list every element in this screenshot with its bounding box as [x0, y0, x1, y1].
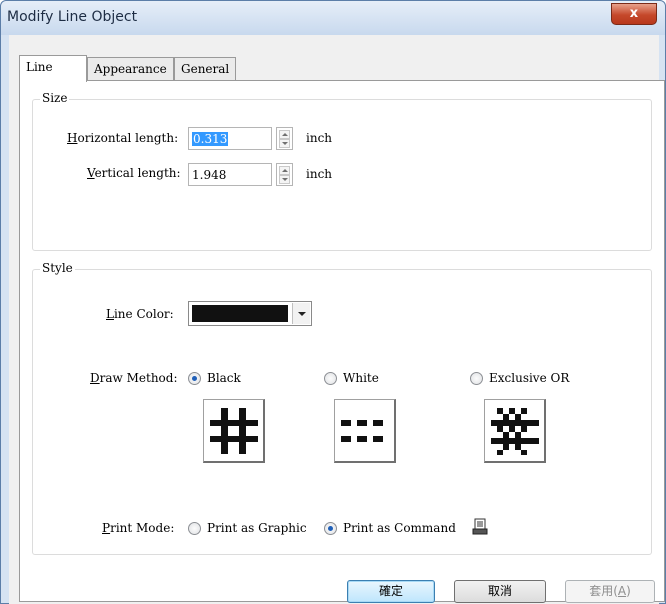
- horizontal-length-spinner[interactable]: [276, 127, 293, 150]
- window-title: Modify Line Object: [7, 9, 138, 25]
- horizontal-length-value: 0.313: [192, 132, 229, 146]
- draw-method-white-label[interactable]: White: [343, 371, 379, 385]
- print-mode-label: Print Mode:: [102, 521, 175, 535]
- vertical-length-input[interactable]: 1.948: [188, 163, 272, 186]
- tab-line[interactable]: Line: [19, 55, 87, 82]
- vertical-length-spinner[interactable]: [276, 163, 293, 186]
- chevron-down-icon[interactable]: [292, 303, 310, 324]
- vertical-unit: inch: [306, 167, 333, 181]
- line-color-swatch: [192, 305, 288, 322]
- tab-line-label: Line: [26, 60, 53, 74]
- spin-down-icon[interactable]: [279, 139, 290, 148]
- dashed-lines-icon: [341, 420, 383, 442]
- horizontal-length-label: Horizontal length:: [67, 131, 179, 145]
- tab-appearance[interactable]: Appearance: [87, 57, 174, 81]
- tab-general-label: General: [181, 62, 230, 76]
- ok-button[interactable]: 確定: [347, 580, 435, 603]
- print-as-command-radio[interactable]: [324, 522, 337, 535]
- printer-icon: [472, 518, 488, 535]
- line-color-dropdown[interactable]: [188, 301, 312, 326]
- style-group-label: Style: [40, 261, 75, 275]
- print-as-graphic-label[interactable]: Print as Graphic: [207, 521, 307, 535]
- apply-button[interactable]: 套用(A): [565, 580, 655, 603]
- cancel-button[interactable]: 取消: [454, 580, 546, 603]
- spin-up-icon[interactable]: [279, 130, 290, 139]
- horizontal-unit: inch: [306, 131, 333, 145]
- tab-appearance-label: Appearance: [94, 62, 167, 76]
- draw-method-white-radio[interactable]: [324, 372, 337, 385]
- draw-method-label: Draw Method:: [90, 371, 178, 385]
- spin-down-icon[interactable]: [279, 175, 290, 184]
- vertical-length-label: Vertical length:: [87, 166, 181, 180]
- print-as-graphic-radio[interactable]: [188, 522, 201, 535]
- black-pattern-sample: [203, 399, 265, 463]
- close-button[interactable]: x: [611, 3, 657, 25]
- draw-method-xor-radio[interactable]: [470, 372, 483, 385]
- xor-pattern-sample: [484, 399, 546, 463]
- draw-method-black-radio[interactable]: [188, 372, 201, 385]
- ok-button-label: 確定: [378, 584, 403, 598]
- tab-panel-line: Size Horizontal length: 0.313 inch Verti…: [19, 80, 665, 602]
- size-group-label: Size: [40, 91, 70, 105]
- close-icon: x: [629, 6, 639, 21]
- draw-method-black-label[interactable]: Black: [207, 371, 241, 385]
- dialog-body: Line Appearance General Size Horizontal …: [9, 35, 665, 604]
- checker-pattern-icon: [491, 408, 539, 455]
- line-color-label: Line Color:: [106, 307, 174, 321]
- spin-up-icon[interactable]: [279, 166, 290, 175]
- black-grid-icon: [210, 408, 258, 454]
- draw-method-xor-label[interactable]: Exclusive OR: [489, 371, 569, 385]
- cancel-button-label: 取消: [487, 584, 512, 598]
- horizontal-length-input[interactable]: 0.313: [188, 127, 272, 150]
- vertical-length-value: 1.948: [192, 168, 227, 182]
- tab-general[interactable]: General: [174, 57, 236, 81]
- white-pattern-sample: [334, 399, 396, 463]
- title-bar[interactable]: Modify Line Object x: [1, 1, 665, 35]
- print-as-command-label[interactable]: Print as Command: [343, 521, 456, 535]
- dialog-window: Modify Line Object x Line Appearance Gen…: [0, 0, 666, 604]
